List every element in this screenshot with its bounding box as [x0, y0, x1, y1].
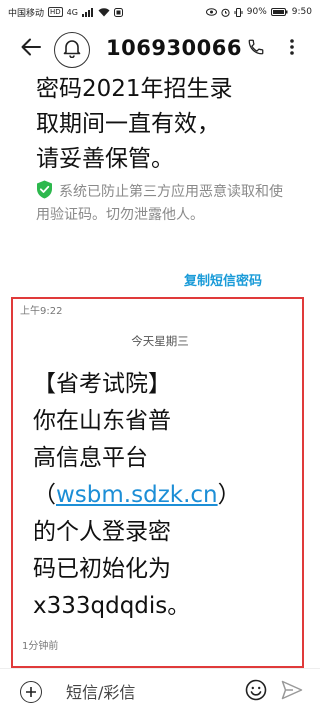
website-link[interactable]: wsbm.sdzk.cn	[56, 482, 218, 508]
add-attachment-button[interactable]	[20, 681, 42, 703]
network-type: 4G	[66, 7, 78, 17]
send-button[interactable]	[280, 680, 304, 704]
day-separator: 今天星期三	[131, 334, 189, 348]
status-bar: 中国移动 HD 4G 90% 9:50	[0, 0, 320, 24]
vibrate-icon	[234, 7, 243, 17]
hd-badge: HD	[48, 7, 63, 17]
link-open-paren: （	[33, 482, 56, 508]
message-line: 码已初始化为	[33, 556, 171, 582]
send-icon	[281, 680, 303, 704]
message-line: 的个人登录密	[33, 519, 171, 545]
back-button[interactable]	[18, 36, 44, 62]
carrier-label: 中国移动	[8, 8, 45, 19]
message-relative-time: 1分钟前	[22, 641, 59, 652]
message-composer	[0, 668, 320, 717]
eye-icon	[205, 8, 217, 16]
battery-percent: 90%	[246, 7, 267, 17]
call-button[interactable]	[244, 37, 268, 61]
emoji-icon	[245, 679, 267, 705]
status-time: 9:50	[291, 7, 312, 17]
contact-number: 106930066	[106, 36, 243, 60]
copy-sms-password-link[interactable]: 复制短信密码	[184, 270, 262, 289]
message-bubble[interactable]: 【省考试院】 你在山东省普 高信息平台 （wsbm.sdzk.cn） 的个人登录…	[33, 366, 263, 625]
add-icon	[25, 683, 37, 702]
link-close-paren: ）	[217, 482, 241, 508]
more-options-button[interactable]	[282, 37, 302, 61]
alarm-icon	[221, 8, 230, 17]
previous-message-line: 密码2021年招生录	[36, 76, 233, 102]
message-input[interactable]	[66, 679, 226, 705]
message-line: x333qdqdis。	[33, 593, 191, 619]
battery-icon	[270, 8, 288, 16]
conversation-header: 106930066	[0, 24, 320, 76]
contact-avatar[interactable]	[54, 32, 90, 68]
status-right: 90% 9:50	[205, 7, 312, 17]
emoji-button[interactable]	[244, 679, 268, 705]
previous-message-bubble: 密码2021年招生录 取期间一直有效， 请妥善保管。	[36, 72, 296, 177]
security-notice: 系统已防止第三方应用恶意读取和使用验证码。切勿泄露他人。	[36, 180, 286, 227]
message-line: 高信息平台	[33, 445, 148, 471]
security-notice-text: 系统已防止第三方应用恶意读取和使用验证码。切勿泄露他人。	[36, 184, 283, 223]
notification-icon	[113, 7, 123, 17]
signal-icon	[81, 7, 94, 17]
more-vertical-icon	[289, 38, 295, 60]
wifi-icon	[98, 7, 110, 17]
status-left: 中国移动 HD 4G	[8, 6, 123, 19]
message-link-line: （wsbm.sdzk.cn）	[33, 477, 263, 514]
previous-message-line: 请妥善保管。	[36, 146, 174, 172]
phone-icon	[247, 38, 265, 60]
previous-message-line: 取期间一直有效，	[36, 111, 220, 137]
message-time: 上午9:22	[20, 306, 63, 317]
message-line: 【省考试院】	[33, 371, 171, 397]
notification-bell-icon	[63, 38, 81, 62]
shield-check-icon	[36, 180, 53, 199]
back-arrow-icon	[21, 38, 41, 60]
message-line: 你在山东省普	[33, 408, 171, 434]
